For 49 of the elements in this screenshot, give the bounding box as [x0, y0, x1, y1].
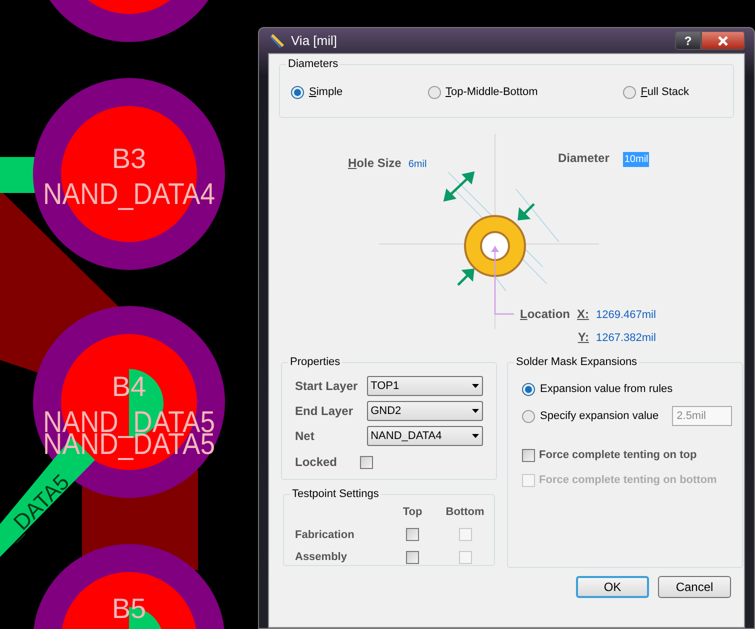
dialog-button[interactable]: OK [576, 576, 649, 598]
radio-label[interactable]: Specify expansion value [540, 408, 659, 424]
y-value[interactable]: 1267.382mil [596, 330, 662, 346]
radio-button[interactable] [522, 410, 535, 422]
dialog-button[interactable]: Cancel [658, 576, 731, 598]
help-button[interactable]: ? [675, 31, 701, 50]
caret-icon [472, 384, 479, 388]
field-label: Net [295, 428, 316, 445]
caret-icon [472, 409, 479, 413]
caret-icon [472, 434, 479, 438]
y-label: Y: [578, 328, 590, 346]
pad-designator: B5 [112, 593, 146, 624]
radio-label[interactable]: Simple [309, 84, 343, 100]
pad-designator: B3 [112, 143, 146, 174]
checkbox[interactable] [360, 456, 374, 468]
radio-button[interactable] [622, 86, 636, 98]
row-label: Assembly [295, 550, 348, 565]
hole-size-value[interactable]: 6mil [408, 157, 427, 172]
dropdown[interactable]: GND2 [366, 401, 483, 421]
checkbox[interactable] [406, 550, 419, 564]
column-header: Bottom [444, 505, 486, 520]
radio-button[interactable] [428, 86, 440, 98]
field-label: End Layer [295, 403, 354, 420]
checkbox-label[interactable]: Force complete tenting on top [539, 446, 697, 464]
radio-button[interactable] [522, 382, 535, 396]
dropdown[interactable]: TOP1 [366, 376, 483, 396]
column-header: Top [402, 505, 424, 520]
hole-size-label: Hole Size [348, 155, 402, 172]
dropdown[interactable]: NAND_DATA4 [366, 426, 483, 446]
diameter-label: Diameter [558, 150, 610, 167]
x-label: X: [577, 306, 590, 323]
group-title: Properties [288, 355, 342, 369]
x-value[interactable]: 1269.467mil [596, 307, 662, 324]
location-label: Location [520, 306, 570, 323]
radio-label[interactable]: Top-Middle-Bottom [446, 84, 538, 100]
window-title: Via [mil] [291, 32, 337, 50]
field-label: Start Layer [295, 378, 359, 395]
close-icon [717, 36, 729, 46]
radio-label[interactable]: Full Stack [640, 84, 689, 100]
group-title: Solder Mask Expansions [514, 355, 640, 369]
radio-label[interactable]: Expansion value from rules [540, 380, 673, 398]
checkbox[interactable] [406, 528, 419, 542]
radio-button[interactable] [291, 86, 304, 98]
close-button[interactable] [701, 31, 745, 50]
checkbox[interactable] [522, 448, 535, 462]
row-label: Fabrication [295, 528, 356, 542]
field-label: Locked [295, 454, 338, 471]
group-title: Testpoint Settings [290, 487, 381, 501]
ruler-icon [269, 32, 285, 48]
